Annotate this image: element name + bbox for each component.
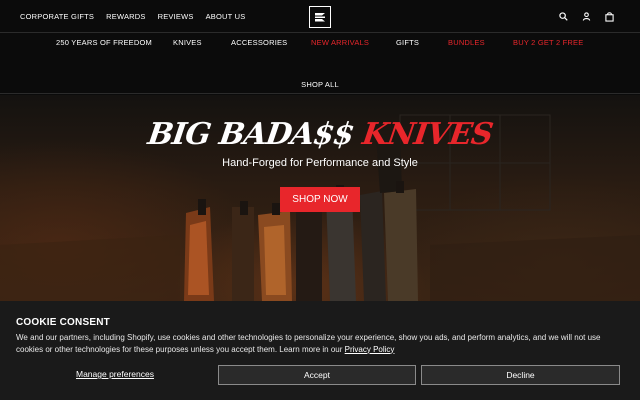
hero-title-red: KNIVES [360, 117, 495, 152]
shop-now-button[interactable]: SHOP NOW [280, 187, 360, 212]
decline-button[interactable]: Decline [421, 365, 620, 385]
brand-logo[interactable] [309, 6, 331, 28]
accept-button[interactable]: Accept [218, 365, 416, 385]
privacy-policy-link[interactable]: Privacy Policy [345, 345, 395, 354]
cart-icon[interactable] [604, 11, 614, 22]
top-header: CORPORATE GIFTS REWARDS REVIEWS ABOUT US [0, 0, 640, 33]
search-icon[interactable] [558, 12, 568, 22]
cookie-consent-banner: COOKIE CONSENT We and our partners, incl… [0, 301, 640, 400]
account-icon[interactable] [581, 12, 591, 22]
logo-mark-icon [315, 13, 325, 22]
cookie-text: We and our partners, including Shopify, … [16, 332, 626, 355]
nav-shop-all[interactable]: SHOP ALL [0, 80, 640, 89]
link-corporate-gifts[interactable]: CORPORATE GIFTS [20, 12, 94, 21]
nav-bundles[interactable]: BUNDLES [448, 38, 485, 47]
hero-title-white: BIG BADA$$ [145, 117, 356, 152]
hero-title: BIG BADA$$ KNIVES [0, 117, 640, 152]
link-rewards[interactable]: REWARDS [106, 12, 145, 21]
cookie-title: COOKIE CONSENT [16, 317, 110, 328]
page: CORPORATE GIFTS REWARDS REVIEWS ABOUT US [0, 0, 640, 400]
nav-250-years-of-freedom[interactable]: 250 YEARS OF FREEDOM [56, 38, 152, 47]
manage-preferences-link[interactable]: Manage preferences [76, 369, 154, 379]
nav-gifts[interactable]: GIFTS [396, 38, 419, 47]
hero-subtitle: Hand-Forged for Performance and Style [222, 157, 418, 169]
nav-buy-2-get-2-free[interactable]: BUY 2 GET 2 FREE [513, 38, 583, 47]
header-icons [558, 0, 614, 33]
nav-accessories[interactable]: ACCESSORIES [231, 38, 287, 47]
hero-banner: BIG BADA$$ KNIVES Hand-Forged for Perfor… [0, 95, 640, 301]
nav-new-arrivals[interactable]: NEW ARRIVALS [311, 38, 369, 47]
main-nav: 250 YEARS OF FREEDOM KNIVES ACCESSORIES … [0, 34, 640, 94]
link-about-us[interactable]: ABOUT US [206, 12, 246, 21]
nav-knives[interactable]: KNIVES [173, 38, 202, 47]
cookie-body: We and our partners, including Shopify, … [16, 333, 601, 354]
top-links: CORPORATE GIFTS REWARDS REVIEWS ABOUT US [20, 0, 245, 33]
link-reviews[interactable]: REVIEWS [158, 12, 194, 21]
